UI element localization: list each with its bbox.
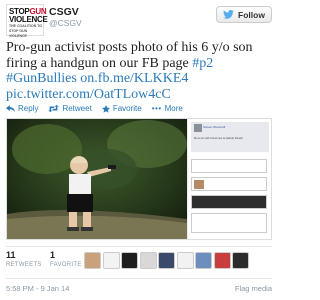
favorite-count[interactable]: 1 FAVORITE [50,250,82,268]
account-name[interactable]: CSGV [49,6,79,18]
flag-media-link[interactable]: Flag media [235,284,272,293]
more-button[interactable]: ••• More [152,104,183,113]
fb-sidebar-ad-3 [191,195,267,209]
avatar-thumb[interactable] [158,252,175,269]
retweet-label: Retweet [62,104,92,113]
retweeter-avatars [84,252,249,269]
avatar-logo-line2: VIOLENCE [9,15,48,24]
tweet-text: Pro-gun activist posts photo of his 6 y/… [6,40,274,102]
avatar-thumb[interactable] [195,252,212,269]
photo-scene [7,119,187,239]
fb-post-text: Me & son with brand new sa (alfred) fire… [194,137,243,140]
reply-button[interactable]: Reply [6,104,38,113]
fb-sidebar-ad-2 [191,177,267,191]
more-label: More [164,104,183,113]
avatar-thumb[interactable] [176,252,194,269]
attached-photo[interactable] [7,119,187,239]
fb-sidebar-ad-1 [191,159,267,173]
avatar[interactable]: STOPGUN VIOLENCE THE COALITION TO STOP G… [6,4,48,38]
avatar-thumb[interactable] [84,252,101,269]
fb-link[interactable]: on.fb.me/KLKKE4 [80,71,188,86]
retweet-count-value: 11 [6,250,16,260]
avatar-thumb[interactable] [232,252,249,269]
divider [6,278,272,279]
more-dots-icon: ••• [151,104,162,113]
follow-bird-icon [223,10,234,19]
retweet-count-label: RETWEETS [6,262,42,268]
avatar-thumb[interactable] [213,252,231,269]
avatar-thumb[interactable] [102,252,120,269]
account-handle[interactable]: @CSGV [49,18,82,28]
star-icon [101,104,110,113]
media-attachment[interactable]: Steven Woodruff Me & son with brand new … [6,118,272,240]
fb-sidebar-ad-4 [191,213,267,233]
favorite-count-label: FAVORITE [50,262,82,268]
retweet-count[interactable]: 11 RETWEETS [6,250,42,268]
avatar-thumb[interactable] [121,252,138,269]
follow-button[interactable]: Follow [216,6,272,23]
avatar-thumb[interactable] [139,252,157,269]
fb-avatar [194,124,202,132]
hashtag-gunbullies[interactable]: #GunBullies [6,71,77,86]
favorite-count-value: 1 [50,250,56,260]
pic-link[interactable]: pic.twitter.com/OatTLow4cC [6,87,171,102]
tweet-timestamp[interactable]: 5:58 PM - 9 Jan 14 [6,284,69,293]
tweet-actions: Reply Retweet Favorite ••• More [6,104,183,113]
hashtag-p2[interactable]: #p2 [192,56,213,71]
tweet-body: Pro-gun activist posts photo of his 6 y/… [6,40,253,71]
reply-icon [6,105,15,112]
fb-post-card: Steven Woodruff Me & son with brand new … [191,122,269,152]
tweet-stats: 11 RETWEETS 1 FAVORITE [6,250,272,276]
tweet-header: STOPGUN VIOLENCE THE COALITION TO STOP G… [6,4,272,38]
fb-poster-name: Steven Woodruff [203,125,226,129]
avatar-logo-line3: THE COALITION TO STOP GUN VIOLENCE [9,24,42,38]
fb-ad-image [194,180,204,189]
retweet-button[interactable]: Retweet [48,104,92,113]
facebook-panel: Steven Woodruff Me & son with brand new … [188,119,271,239]
favorite-button[interactable]: Favorite [101,104,142,113]
reply-label: Reply [18,104,39,113]
follow-button-label: Follow [238,9,265,20]
divider [6,246,272,247]
retweet-icon [48,105,60,112]
favorite-label: Favorite [112,104,142,113]
